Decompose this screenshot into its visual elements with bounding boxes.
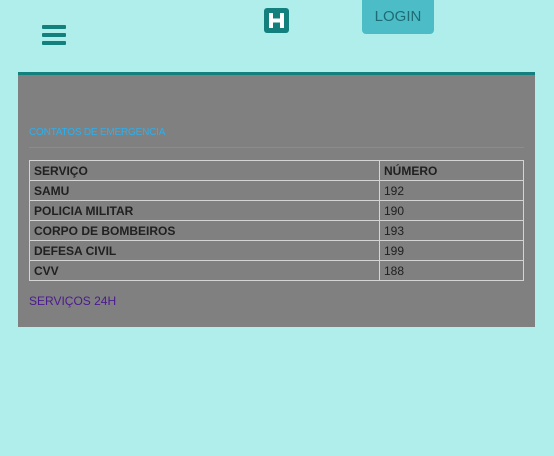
table-header-row: SERVIÇO NÚMERO: [29, 160, 524, 181]
number-cell: 199: [379, 240, 524, 261]
table-row: CVV 188: [29, 260, 524, 281]
hamburger-menu-icon[interactable]: [42, 25, 66, 46]
column-header-service: SERVIÇO: [29, 160, 380, 181]
menu-bar: [42, 41, 66, 45]
menu-bar: [42, 33, 66, 37]
number-cell: 193: [379, 220, 524, 241]
divider: [29, 147, 524, 148]
table-row: CORPO DE BOMBEIROS 193: [29, 220, 524, 241]
menu-bar: [42, 25, 66, 29]
number-cell: 188: [379, 260, 524, 281]
hospital-h-icon: [264, 8, 289, 33]
service-cell: CORPO DE BOMBEIROS: [29, 220, 380, 241]
services-24h-link[interactable]: SERVIÇOS 24H: [29, 294, 116, 308]
table-row: POLICIA MILITAR 190: [29, 200, 524, 221]
number-cell: 190: [379, 200, 524, 221]
table-row: DEFESA CIVIL 199: [29, 240, 524, 261]
number-cell: 192: [379, 180, 524, 201]
column-header-number: NÚMERO: [379, 160, 524, 181]
emergency-contacts-table: SERVIÇO NÚMERO SAMU 192 POLICIA MILITAR …: [29, 160, 524, 281]
section-title: CONTATOS DE EMERGENCIA: [29, 127, 166, 138]
login-button[interactable]: LOGIN: [362, 0, 434, 34]
service-cell: DEFESA CIVIL: [29, 240, 380, 261]
table-row: SAMU 192: [29, 180, 524, 201]
service-cell: CVV: [29, 260, 380, 281]
service-cell: POLICIA MILITAR: [29, 200, 380, 221]
emergency-contacts-panel: CONTATOS DE EMERGENCIA SERVIÇO NÚMERO SA…: [18, 72, 535, 327]
service-cell: SAMU: [29, 180, 380, 201]
